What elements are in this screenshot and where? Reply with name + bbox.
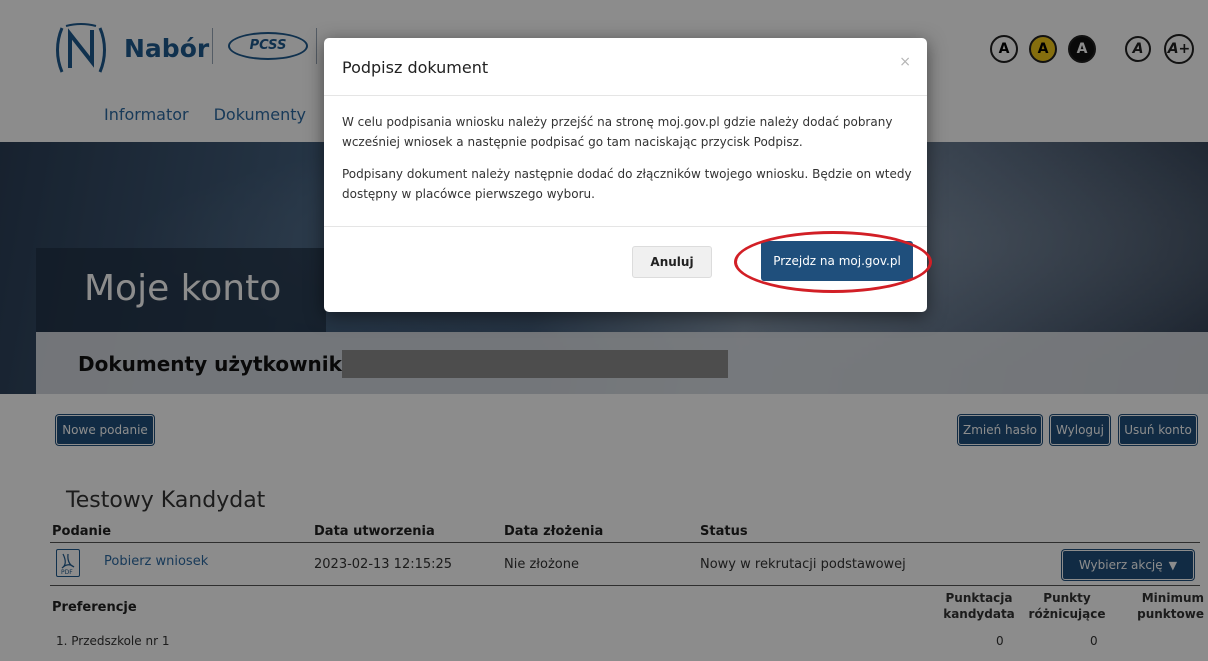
sign-document-modal: Podpisz dokument × W celu podpisania wni… — [324, 38, 932, 312]
modal-paragraph: W celu podpisania wniosku należy przejść… — [342, 115, 893, 149]
cancel-button[interactable]: Anuluj — [632, 246, 712, 278]
modal-footer-divider — [324, 226, 927, 227]
modal-body: W celu podpisania wniosku należy przejść… — [342, 112, 914, 216]
modal-header: Podpisz dokument × — [324, 38, 927, 96]
modal-title: Podpisz dokument — [342, 58, 489, 77]
highlight-annotation — [734, 231, 932, 293]
modal-paragraph: Podpisany dokument należy następnie doda… — [342, 167, 912, 201]
close-icon[interactable]: × — [899, 54, 911, 70]
